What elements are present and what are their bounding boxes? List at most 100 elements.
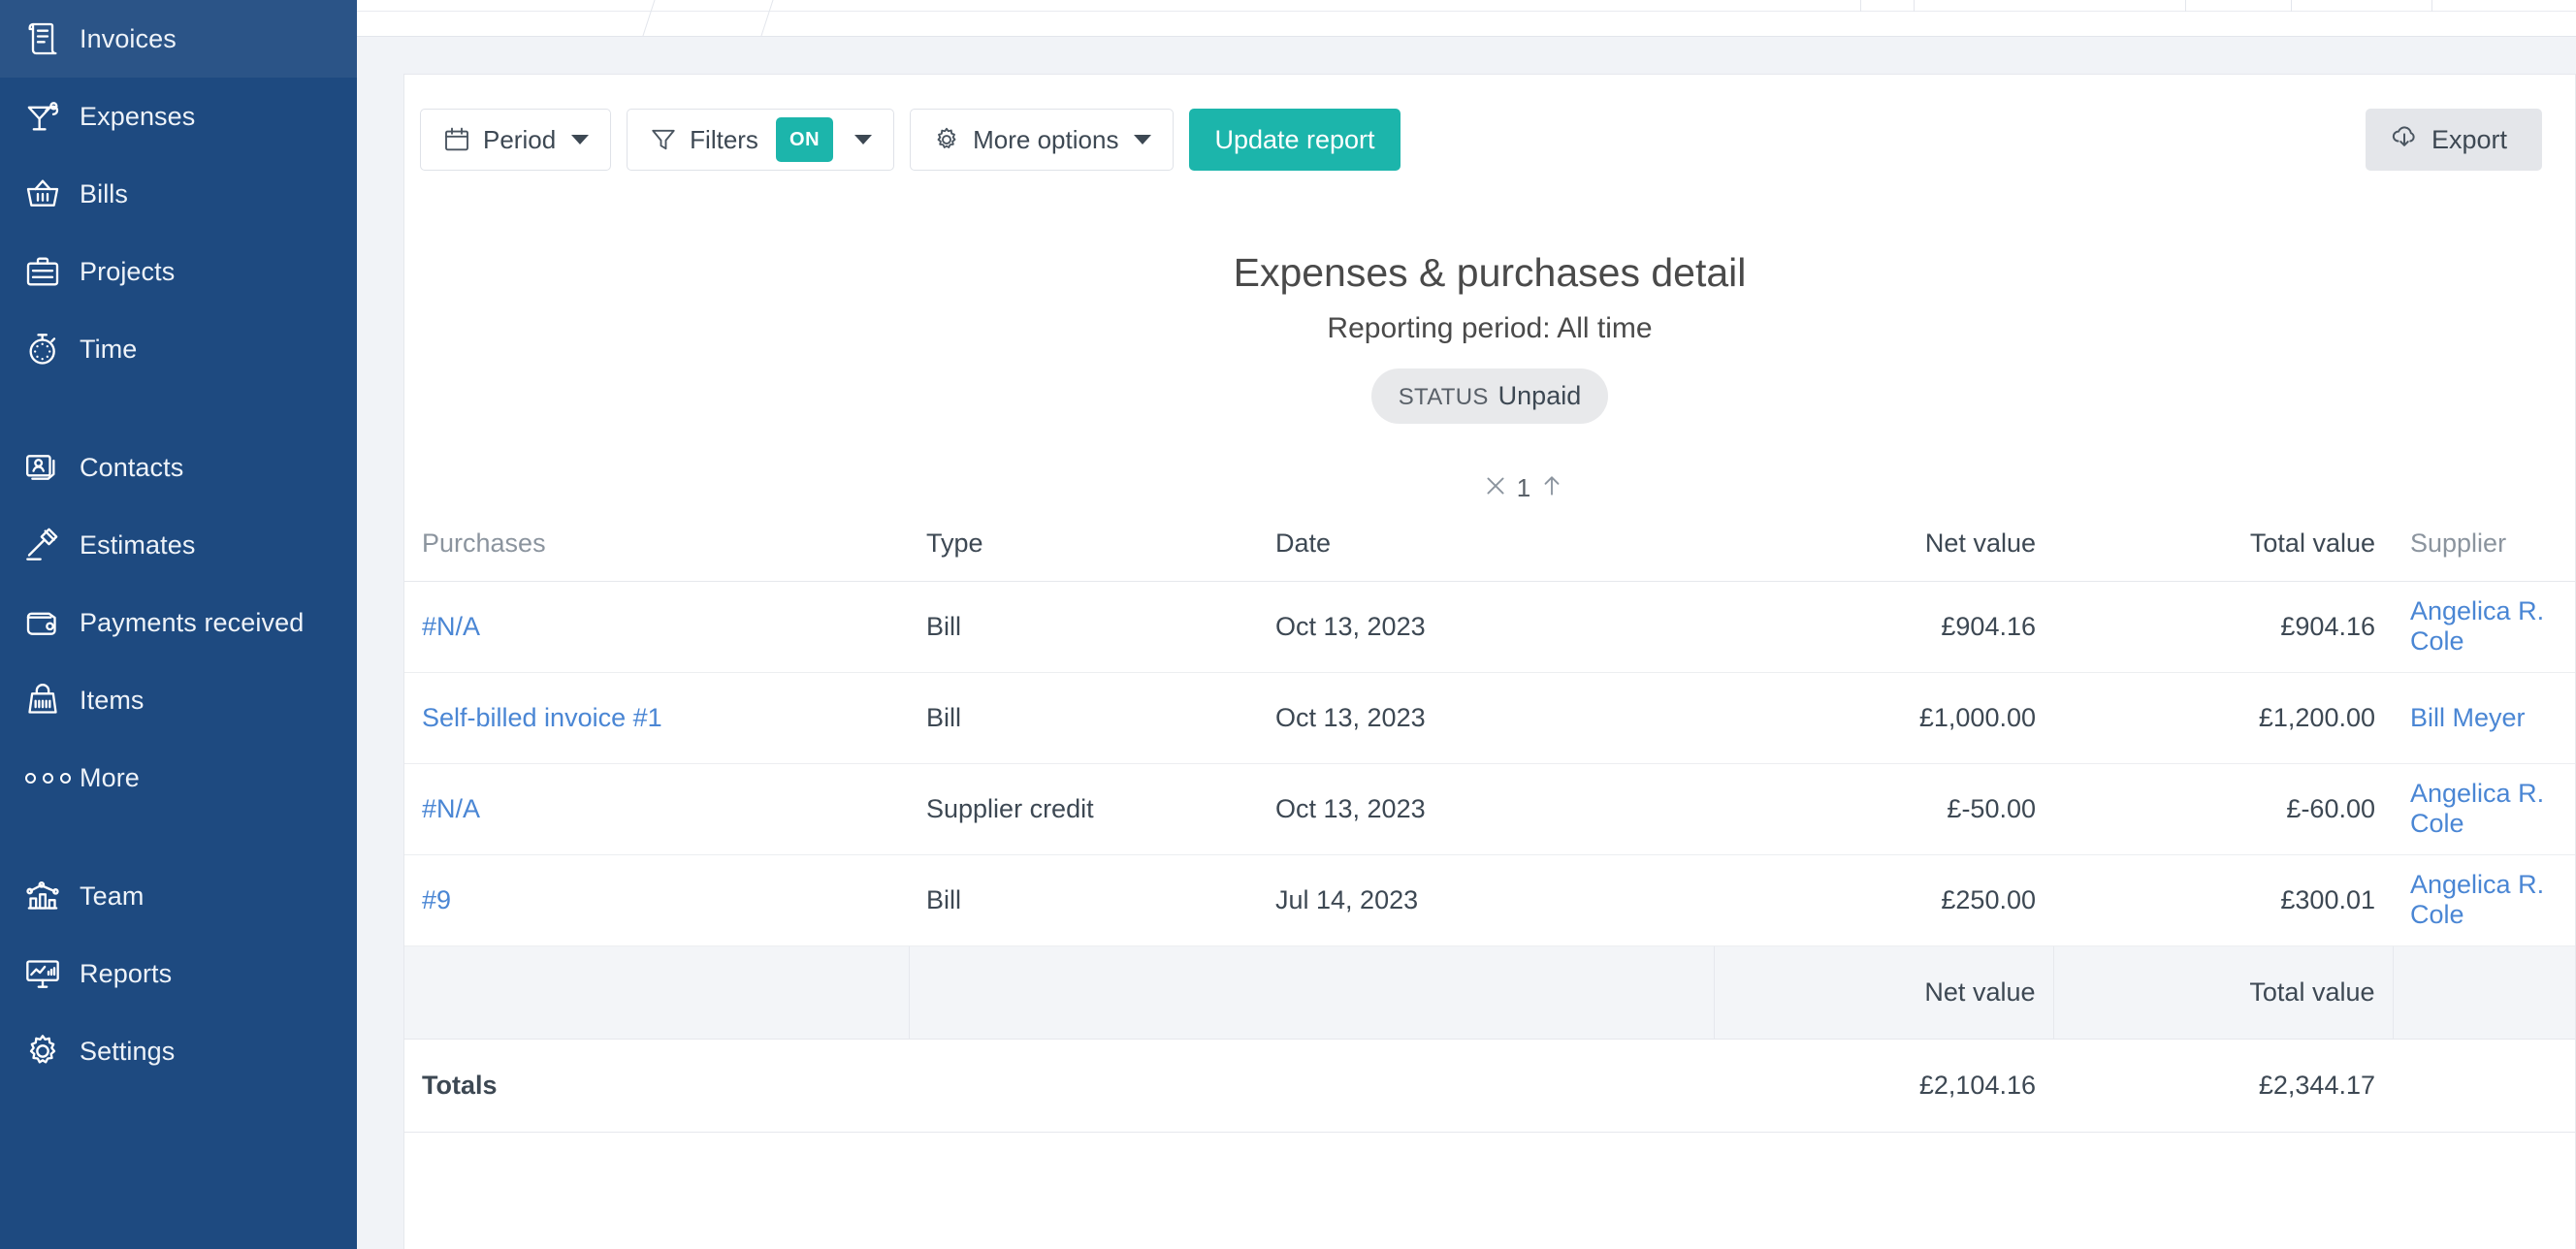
wallet-icon [23,603,80,642]
summary-header-net-value: Net value [1713,945,2053,1040]
purchase-link[interactable]: #9 [422,885,451,914]
ellipsis-icon [23,772,80,784]
status-badge-label: STATUS [1398,384,1489,411]
sidebar-item-reports[interactable]: Reports [0,935,357,1012]
cloud-download-icon [2389,121,2420,159]
supplier-link[interactable]: Angelica R. Cole [2410,870,2544,929]
shopping-bag-icon [23,681,80,720]
sidebar-item-team[interactable]: Team [0,857,357,935]
filters-button[interactable]: Filters ON [627,109,895,171]
invoice-icon [23,19,80,58]
tab-separator [757,0,777,36]
column-header-supplier[interactable]: Supplier [2393,507,2575,582]
purchase-link[interactable]: Self-billed invoice #1 [422,703,662,732]
table-body: #N/A Bill Oct 13, 2023 £904.16 £904.16 A… [404,581,2575,1133]
cell-purchases: #N/A [404,581,909,673]
sidebar-item-more[interactable]: More [0,739,357,817]
column-header-type[interactable]: Type [909,507,1258,582]
totals-total-value: £2,344.17 [2053,1039,2393,1133]
sidebar-divider-2 [0,817,357,857]
cell-total-value: £1,200.00 [2053,672,2393,764]
filters-label: Filters [690,124,758,154]
cell-border [2431,0,2432,12]
cell-border [1914,0,1915,12]
sidebar-item-payments-received[interactable]: Payments received [0,584,357,661]
strip-divider [357,11,2576,12]
cell-empty [1258,945,1714,1040]
table-header-row: Purchases Type Date Net value Total valu… [404,507,2575,582]
more-options-button[interactable]: More options [910,109,1175,171]
reporting-period-subtitle: Reporting period: All time [1327,312,1653,345]
column-header-net-value[interactable]: Net value [1714,507,2053,582]
purchase-link[interactable]: #N/A [422,612,480,641]
table-row: #N/A Bill Oct 13, 2023 £904.16 £904.16 A… [404,581,2575,673]
sidebar-item-contacts[interactable]: Contacts [0,429,357,506]
clear-sort-icon[interactable] [1483,473,1508,503]
sidebar-item-label: Projects [80,256,176,286]
cell-net-value: £-50.00 [1714,763,2053,855]
sidebar-item-projects[interactable]: Projects [0,233,357,310]
sidebar-divider-1 [0,388,357,429]
sidebar-item-label: Contacts [80,452,184,482]
totals-row: Totals £2,104.16 £2,344.17 [404,1039,2575,1133]
sidebar-item-label: Payments received [80,607,305,637]
chevron-down-icon [571,135,590,144]
cell-date: Jul 14, 2023 [1258,854,1714,946]
column-header-date[interactable]: Date [1258,507,1714,582]
report-header: Expenses & purchases detail Reporting pe… [404,205,2575,425]
period-button[interactable]: Period [420,109,612,171]
cell-supplier: Angelica R. Cole [2393,854,2575,946]
cell-date: Oct 13, 2023 [1258,672,1714,764]
cell-empty [2393,1039,2575,1133]
sidebar-item-label: Team [80,881,145,911]
gavel-icon [23,526,80,564]
cell-supplier: Angelica R. Cole [2393,581,2575,673]
column-header-purchases[interactable]: Purchases [404,507,909,582]
sidebar-item-expenses[interactable]: Expenses [0,78,357,155]
sidebar-item-label: Items [80,685,145,715]
supplier-link[interactable]: Angelica R. Cole [2410,596,2544,656]
purchase-link[interactable]: #N/A [422,794,480,823]
sidebar-item-estimates[interactable]: Estimates [0,506,357,584]
report-card: Period Filters ON More options Update re… [403,74,2576,1249]
cell-border [1860,0,1861,12]
cell-empty [908,945,1258,1040]
cell-empty [2392,945,2575,1040]
cell-type: Bill [909,672,1258,764]
briefcase-icon [23,252,80,291]
cell-purchases: #N/A [404,763,909,855]
sort-indicator[interactable]: 1 [1483,473,1564,503]
cell-empty [1258,1039,1714,1133]
expenses-purchases-table: Purchases Type Date Net value Total valu… [404,507,2575,1133]
cell-type: Bill [909,581,1258,673]
sort-order-number: 1 [1516,472,1531,502]
monitor-chart-icon [23,954,80,993]
cell-border [2291,0,2292,12]
column-header-total-value[interactable]: Total value [2053,507,2393,582]
stopwatch-icon [23,330,80,368]
sort-ascending-icon[interactable] [1539,473,1564,503]
supplier-link[interactable]: Angelica R. Cole [2410,779,2544,838]
app-root: Invoices Expenses Bills Projects Time Co… [0,0,2576,1249]
export-button[interactable]: Export [2365,109,2542,171]
sidebar-item-settings[interactable]: Settings [0,1012,357,1090]
chevron-down-icon [854,135,873,144]
breadcrumb-tabs-strip [357,0,2576,37]
calendar-icon [442,125,471,154]
chevron-down-icon [1134,135,1152,144]
sidebar-item-invoices[interactable]: Invoices [0,0,357,78]
basket-icon [23,175,80,213]
update-report-button[interactable]: Update report [1189,109,1401,171]
supplier-link[interactable]: Bill Meyer [2410,703,2526,732]
status-badge[interactable]: STATUS Unpaid [1370,368,1609,425]
sidebar-item-items[interactable]: Items [0,661,357,739]
sidebar-item-time[interactable]: Time [0,310,357,388]
tab-separator [638,0,659,36]
cocktail-icon [23,97,80,136]
filters-on-badge: ON [775,117,834,162]
status-badge-value: Unpaid [1497,381,1582,411]
sidebar-item-label: Bills [80,178,129,208]
cell-border [2185,0,2186,12]
cell-empty [909,1039,1258,1133]
sidebar-item-bills[interactable]: Bills [0,155,357,233]
